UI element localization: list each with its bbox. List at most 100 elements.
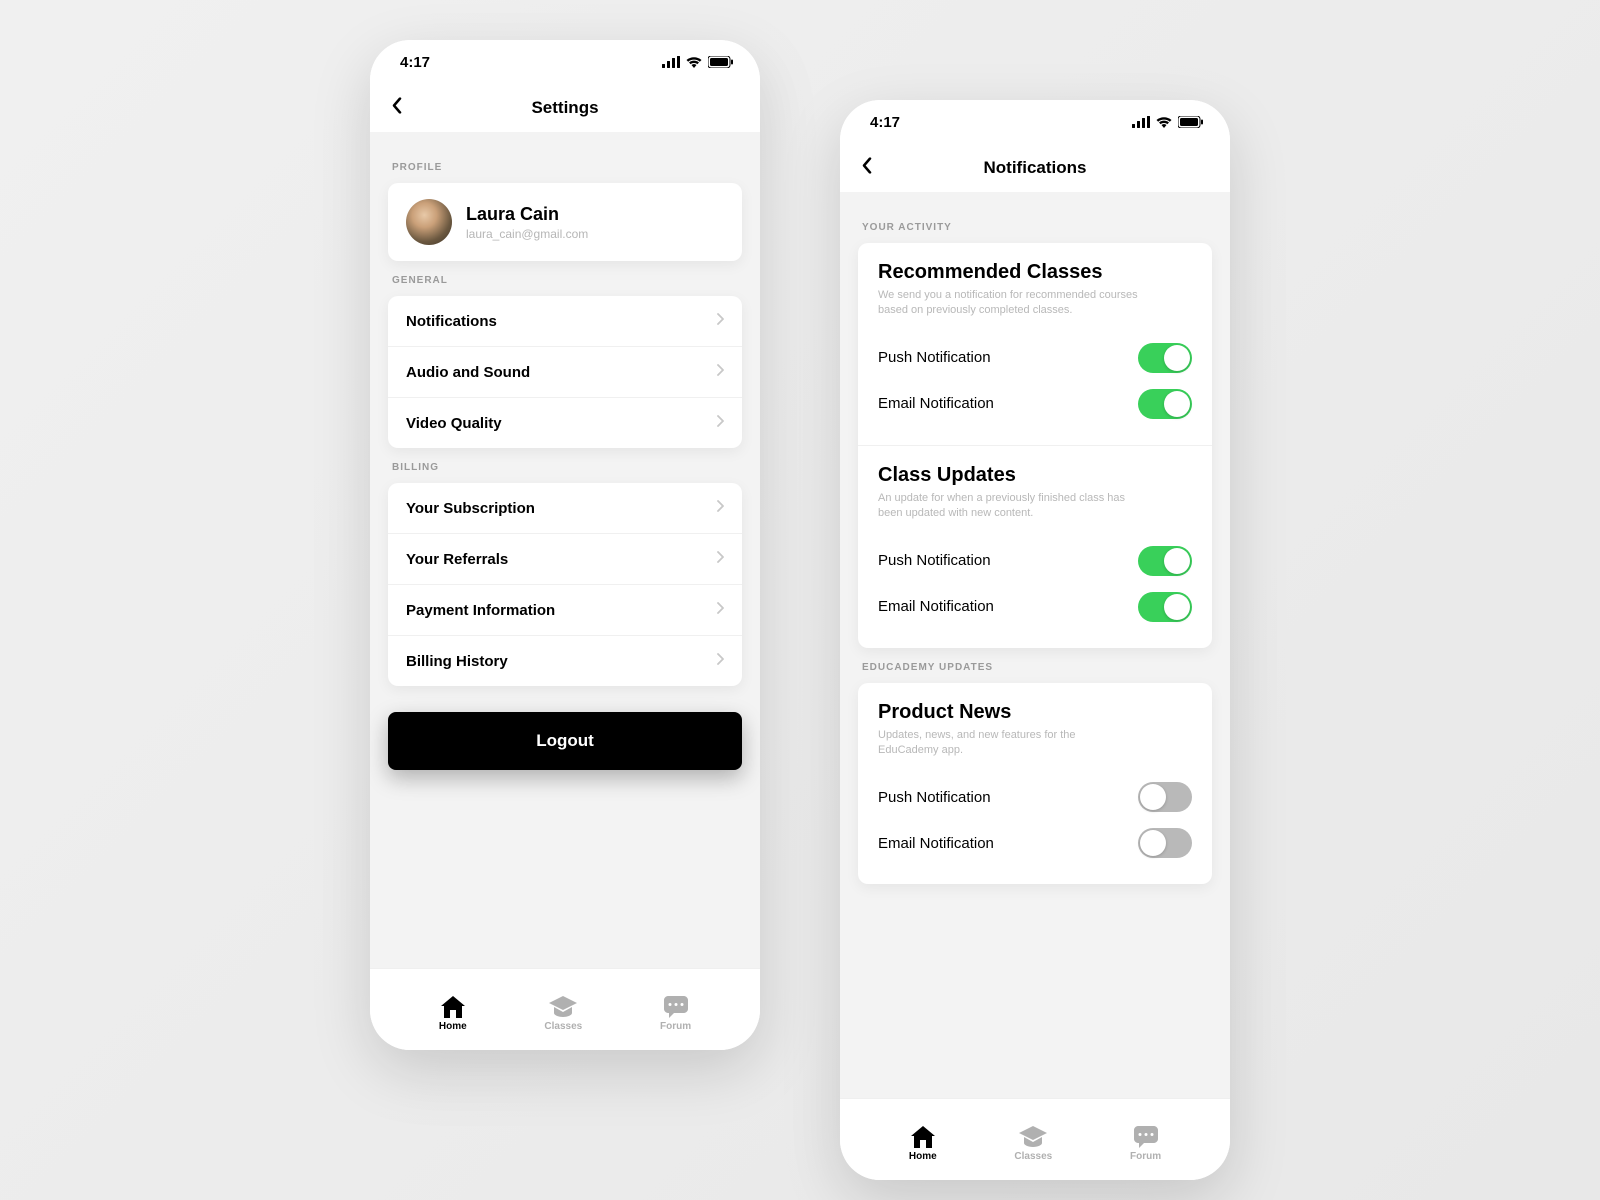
phone-settings: 4:17 Settings PROFILE Laura Cain laura_c… (370, 40, 760, 1050)
row-video-quality[interactable]: Video Quality (388, 397, 742, 448)
toggle-switch-push[interactable] (1138, 782, 1192, 812)
row-notifications[interactable]: Notifications (388, 296, 742, 346)
chevron-left-icon (862, 158, 872, 174)
back-button[interactable] (862, 158, 872, 179)
row-subscription[interactable]: Your Subscription (388, 483, 742, 533)
logout-button[interactable]: Logout (388, 712, 742, 770)
section-label-profile: PROFILE (392, 162, 742, 173)
page-title: Notifications (984, 158, 1087, 178)
graduation-cap-icon (1019, 1126, 1047, 1148)
avatar (406, 199, 452, 245)
row-label: Audio and Sound (406, 364, 530, 381)
status-time: 4:17 (400, 54, 430, 71)
switch-knob (1164, 345, 1190, 371)
row-label: Video Quality (406, 415, 502, 432)
toggle-label: Email Notification (878, 598, 994, 615)
wifi-icon (1156, 116, 1172, 128)
toggle-switch-email[interactable] (1138, 389, 1192, 419)
header: Settings (370, 84, 760, 132)
wifi-icon (686, 56, 702, 68)
toggle-label: Push Notification (878, 349, 991, 366)
home-icon (441, 996, 465, 1018)
notif-title: Recommended Classes (878, 261, 1192, 284)
chevron-right-icon (716, 414, 724, 432)
chevron-right-icon (716, 312, 724, 330)
status-bar: 4:17 (840, 100, 1230, 144)
toggle-row-push: Push Notification (878, 335, 1192, 381)
toggle-row-email: Email Notification (878, 381, 1192, 427)
row-payment-info[interactable]: Payment Information (388, 584, 742, 635)
activity-group: Recommended Classes We send you a notifi… (858, 243, 1212, 648)
settings-content: PROFILE Laura Cain laura_cain@gmail.com … (370, 132, 760, 968)
header: Notifications (840, 144, 1230, 192)
notif-desc: Updates, news, and new features for the … (878, 728, 1138, 759)
toggle-row-push: Push Notification (878, 538, 1192, 584)
row-label: Your Subscription (406, 500, 535, 517)
tab-classes[interactable]: Classes (544, 988, 582, 1032)
section-label-activity: YOUR ACTIVITY (862, 222, 1212, 233)
profile-name: Laura Cain (466, 204, 588, 225)
billing-list: Your Subscription Your Referrals Payment… (388, 483, 742, 686)
toggle-label: Push Notification (878, 789, 991, 806)
chevron-right-icon (716, 363, 724, 381)
chat-icon (664, 996, 688, 1018)
notif-desc: We send you a notification for recommend… (878, 288, 1138, 319)
toggle-label: Email Notification (878, 835, 994, 852)
tab-label: Home (439, 1021, 467, 1032)
tab-label: Classes (1014, 1151, 1052, 1162)
status-icons (1132, 116, 1204, 128)
battery-icon (708, 56, 734, 68)
row-audio-sound[interactable]: Audio and Sound (388, 346, 742, 397)
notif-title: Class Updates (878, 464, 1192, 487)
section-label-educademy: EDUCADEMY UPDATES (862, 662, 1212, 673)
profile-card[interactable]: Laura Cain laura_cain@gmail.com (388, 183, 742, 261)
tab-forum[interactable]: Forum (1130, 1118, 1161, 1162)
toggle-switch-email[interactable] (1138, 592, 1192, 622)
tab-home[interactable]: Home (909, 1118, 937, 1162)
chevron-left-icon (392, 98, 402, 114)
section-label-billing: BILLING (392, 462, 742, 473)
cellular-icon (662, 56, 680, 68)
chevron-right-icon (716, 601, 724, 619)
status-time: 4:17 (870, 114, 900, 131)
switch-knob (1140, 784, 1166, 810)
chevron-right-icon (716, 652, 724, 670)
tabbar: Home Classes Forum (370, 968, 760, 1050)
tab-classes[interactable]: Classes (1014, 1118, 1052, 1162)
row-label: Your Referrals (406, 551, 508, 568)
home-icon (911, 1126, 935, 1148)
tab-label: Classes (544, 1021, 582, 1032)
chevron-right-icon (716, 550, 724, 568)
cellular-icon (1132, 116, 1150, 128)
row-billing-history[interactable]: Billing History (388, 635, 742, 686)
profile-email: laura_cain@gmail.com (466, 227, 588, 241)
row-label: Payment Information (406, 602, 555, 619)
tab-forum[interactable]: Forum (660, 988, 691, 1032)
class-updates-card: Class Updates An update for when a previ… (858, 445, 1212, 648)
toggle-switch-push[interactable] (1138, 546, 1192, 576)
back-button[interactable] (392, 98, 402, 119)
tab-home[interactable]: Home (439, 988, 467, 1032)
row-referrals[interactable]: Your Referrals (388, 533, 742, 584)
tab-label: Forum (1130, 1151, 1161, 1162)
chevron-right-icon (716, 499, 724, 517)
product-news-card: Product News Updates, news, and new feat… (858, 683, 1212, 885)
general-list: Notifications Audio and Sound Video Qual… (388, 296, 742, 448)
notifications-content: YOUR ACTIVITY Recommended Classes We sen… (840, 192, 1230, 1098)
toggle-label: Email Notification (878, 395, 994, 412)
battery-icon (1178, 116, 1204, 128)
row-label: Billing History (406, 653, 508, 670)
toggle-switch-email[interactable] (1138, 828, 1192, 858)
recommended-classes-card: Recommended Classes We send you a notifi… (858, 243, 1212, 445)
toggle-switch-push[interactable] (1138, 343, 1192, 373)
notif-desc: An update for when a previously finished… (878, 491, 1138, 522)
toggle-row-email: Email Notification (878, 584, 1192, 630)
toggle-row-push: Push Notification (878, 774, 1192, 820)
page-title: Settings (531, 98, 598, 118)
section-label-general: GENERAL (392, 275, 742, 286)
row-label: Notifications (406, 313, 497, 330)
switch-knob (1164, 548, 1190, 574)
profile-text: Laura Cain laura_cain@gmail.com (466, 204, 588, 241)
graduation-cap-icon (549, 996, 577, 1018)
phone-notifications: 4:17 Notifications YOUR ACTIVITY Recomme… (840, 100, 1230, 1180)
